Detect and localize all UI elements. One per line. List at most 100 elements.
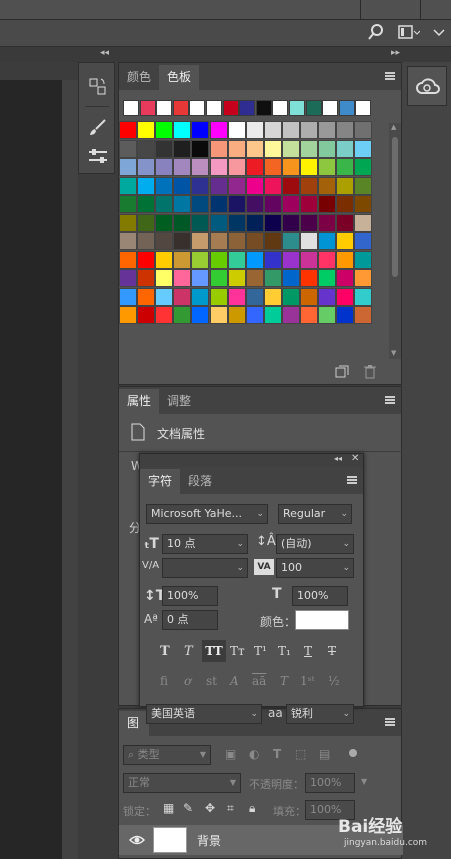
swatch[interactable]	[137, 306, 156, 324]
lock-paint-icon[interactable]: ✎	[183, 801, 193, 815]
swatch[interactable]	[137, 195, 156, 213]
panel-menu-icon[interactable]	[385, 396, 395, 404]
swatch[interactable]	[191, 232, 210, 250]
recent-swatch[interactable]	[206, 100, 222, 116]
swatch[interactable]	[227, 250, 246, 269]
font-style-select[interactable]: Regular ⌄	[278, 504, 352, 524]
swatch[interactable]	[263, 158, 282, 176]
tab-color[interactable]: 颜色	[119, 65, 159, 90]
swatch[interactable]	[173, 121, 192, 139]
swatch[interactable]	[119, 213, 137, 232]
swatch[interactable]	[354, 250, 373, 269]
search-icon[interactable]	[368, 23, 386, 41]
blend-mode-select[interactable]: 正常 ▼	[123, 773, 241, 793]
swatch[interactable]	[119, 287, 137, 306]
swatch[interactable]	[281, 232, 300, 250]
panel-menu-icon[interactable]	[347, 476, 357, 484]
swatch[interactable]	[209, 195, 228, 213]
swatch[interactable]	[354, 176, 373, 195]
faux-italic-icon[interactable]: T	[184, 644, 193, 659]
lock-move-icon[interactable]: ✥	[205, 801, 215, 815]
swatch[interactable]	[227, 158, 246, 176]
ornaments-icon[interactable]: T	[280, 674, 288, 688]
recent-swatch[interactable]	[289, 100, 305, 116]
swatch[interactable]	[245, 250, 264, 269]
swatch[interactable]	[155, 306, 174, 324]
swatch[interactable]	[209, 121, 228, 139]
scrollbar[interactable]: ▲ ▼	[389, 123, 401, 359]
swatch[interactable]	[119, 232, 137, 250]
language-select[interactable]: 美国英语 ⌄	[146, 704, 262, 724]
swatch[interactable]	[137, 213, 156, 232]
swatch[interactable]	[263, 306, 282, 324]
swatch[interactable]	[119, 250, 137, 269]
recent-swatch[interactable]	[172, 100, 189, 116]
swatch[interactable]	[300, 213, 318, 232]
swatch[interactable]	[336, 195, 355, 213]
swatch[interactable]	[119, 195, 137, 213]
swatch[interactable]	[281, 121, 300, 139]
swatch[interactable]	[336, 287, 355, 306]
swatch[interactable]	[191, 195, 210, 213]
swatch[interactable]	[354, 213, 373, 232]
brush-settings-icon[interactable]	[88, 147, 108, 168]
scrollbar-thumb[interactable]	[392, 137, 398, 277]
strikethrough-icon[interactable]: T	[328, 644, 336, 658]
swatch[interactable]	[245, 195, 264, 213]
swatch[interactable]	[191, 158, 210, 176]
swatch[interactable]	[318, 232, 337, 250]
swatch[interactable]	[300, 176, 318, 195]
swatch[interactable]	[173, 306, 192, 324]
old-style-icon[interactable]: ơ	[184, 674, 191, 688]
recent-swatch[interactable]	[139, 100, 156, 116]
swatch[interactable]	[119, 269, 137, 287]
swatch[interactable]	[300, 269, 318, 287]
lock-artboard-icon[interactable]: ⌗	[227, 801, 234, 816]
swatch[interactable]	[155, 213, 174, 232]
layer-filter-select[interactable]: ⌕ 类型 ▼	[123, 745, 211, 765]
swatch[interactable]	[173, 213, 192, 232]
swatch[interactable]	[119, 158, 137, 176]
smart-object-filter-icon[interactable]: ▤	[319, 747, 330, 761]
swatch[interactable]	[318, 287, 337, 306]
swatch[interactable]	[209, 158, 228, 176]
swatch[interactable]	[209, 287, 228, 306]
swatch[interactable]	[245, 158, 264, 176]
swatch[interactable]	[137, 176, 156, 195]
swatch[interactable]	[354, 306, 373, 324]
swatch[interactable]	[318, 139, 337, 158]
swatch[interactable]	[263, 250, 282, 269]
new-swatch-icon[interactable]	[335, 365, 349, 382]
workspace-icon[interactable]	[398, 25, 421, 41]
swatch[interactable]	[191, 250, 210, 269]
faux-bold-icon[interactable]: T	[160, 644, 170, 659]
swatch[interactable]	[155, 158, 174, 176]
collapse-arrows-icon[interactable]: ◂◂	[100, 48, 109, 58]
ligatures-icon[interactable]: fi	[160, 674, 168, 688]
layer-name[interactable]: 背景	[197, 832, 221, 849]
swatch[interactable]	[281, 213, 300, 232]
swatch[interactable]	[263, 213, 282, 232]
swash-icon[interactable]: st	[206, 674, 217, 688]
swatch[interactable]	[300, 195, 318, 213]
close-icon[interactable]: ✕	[351, 453, 359, 464]
recent-swatch[interactable]	[322, 100, 339, 116]
panel-drag-header[interactable]: ◂◂ ✕	[140, 453, 363, 467]
swatch[interactable]	[227, 287, 246, 306]
filter-toggle-icon[interactable]	[349, 749, 357, 757]
swatch[interactable]	[245, 176, 264, 195]
swatch[interactable]	[191, 306, 210, 324]
swatch[interactable]	[227, 139, 246, 158]
expand-arrows-icon[interactable]: ▸▸	[391, 48, 400, 58]
swatch[interactable]	[336, 176, 355, 195]
horizontal-scale-field[interactable]: 100%	[292, 586, 348, 606]
swatch[interactable]	[227, 195, 246, 213]
swatch[interactable]	[209, 269, 228, 287]
font-size-field[interactable]: 10 点 ⌄	[162, 534, 248, 554]
swatch[interactable]	[300, 232, 318, 250]
swatch[interactable]	[354, 232, 373, 250]
tab-swatches[interactable]: 色板	[159, 65, 200, 90]
type-filter-icon[interactable]: T	[273, 747, 281, 761]
swatch[interactable]	[354, 139, 373, 158]
swatch[interactable]	[191, 176, 210, 195]
